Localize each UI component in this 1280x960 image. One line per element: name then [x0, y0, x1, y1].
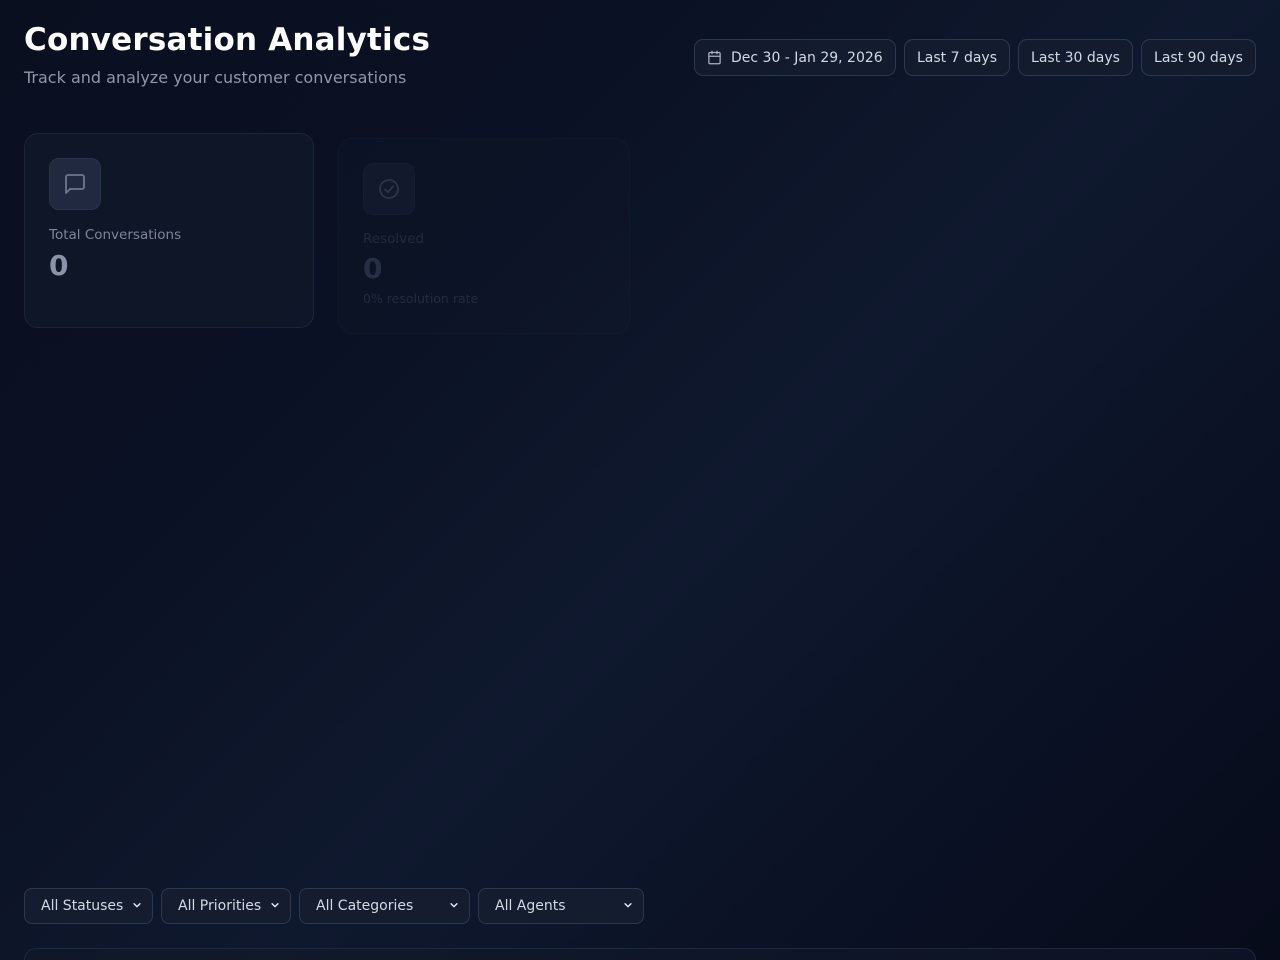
- status-filter-select[interactable]: All Statuses: [24, 888, 153, 924]
- agent-filter-select[interactable]: All Agents: [478, 888, 644, 924]
- stat-label: Resolved: [363, 231, 424, 247]
- date-range-controls: Dec 30 - Jan 29, 2026 Last 7 days Last 3…: [694, 39, 1256, 76]
- stat-label: Total Conversations: [49, 227, 182, 243]
- preset-last-30-days-button[interactable]: Last 30 days: [1018, 39, 1133, 76]
- category-filter-select[interactable]: All Categories: [299, 888, 470, 924]
- page-subtitle: Track and analyze your customer conversa…: [24, 68, 407, 87]
- stat-value: 0: [363, 252, 383, 285]
- stat-card-resolved: Resolved 0 0% resolution rate: [338, 138, 630, 334]
- priority-filter-select[interactable]: All Priorities: [161, 888, 291, 924]
- message-square-icon: [49, 158, 101, 210]
- chevron-down-icon: [449, 898, 459, 914]
- priority-filter-value: All Priorities: [178, 898, 262, 914]
- preset-last-90-days-button[interactable]: Last 90 days: [1141, 39, 1256, 76]
- chevron-down-icon: [132, 898, 142, 914]
- stat-value: 0: [49, 249, 69, 282]
- chevron-down-icon: [270, 898, 280, 914]
- filter-bar: All Statuses All Priorities All Categori…: [24, 888, 644, 924]
- chevron-down-icon: [623, 898, 633, 914]
- conversations-table-panel: [24, 948, 1256, 960]
- date-range-picker-button[interactable]: Dec 30 - Jan 29, 2026: [694, 39, 896, 76]
- status-filter-value: All Statuses: [41, 898, 124, 914]
- stat-subtext: 0% resolution rate: [363, 291, 479, 306]
- page-title: Conversation Analytics: [24, 22, 431, 58]
- page-header: Conversation Analytics Track and analyze…: [24, 22, 430, 87]
- preset-last-7-days-button[interactable]: Last 7 days: [904, 39, 1010, 76]
- category-filter-value: All Categories: [316, 898, 414, 914]
- calendar-icon: [707, 50, 722, 65]
- agent-filter-value: All Agents: [495, 898, 566, 914]
- date-range-label: Dec 30 - Jan 29, 2026: [731, 49, 883, 66]
- check-circle-icon: [363, 163, 415, 215]
- stat-card-total-conversations: Total Conversations 0: [24, 133, 314, 328]
